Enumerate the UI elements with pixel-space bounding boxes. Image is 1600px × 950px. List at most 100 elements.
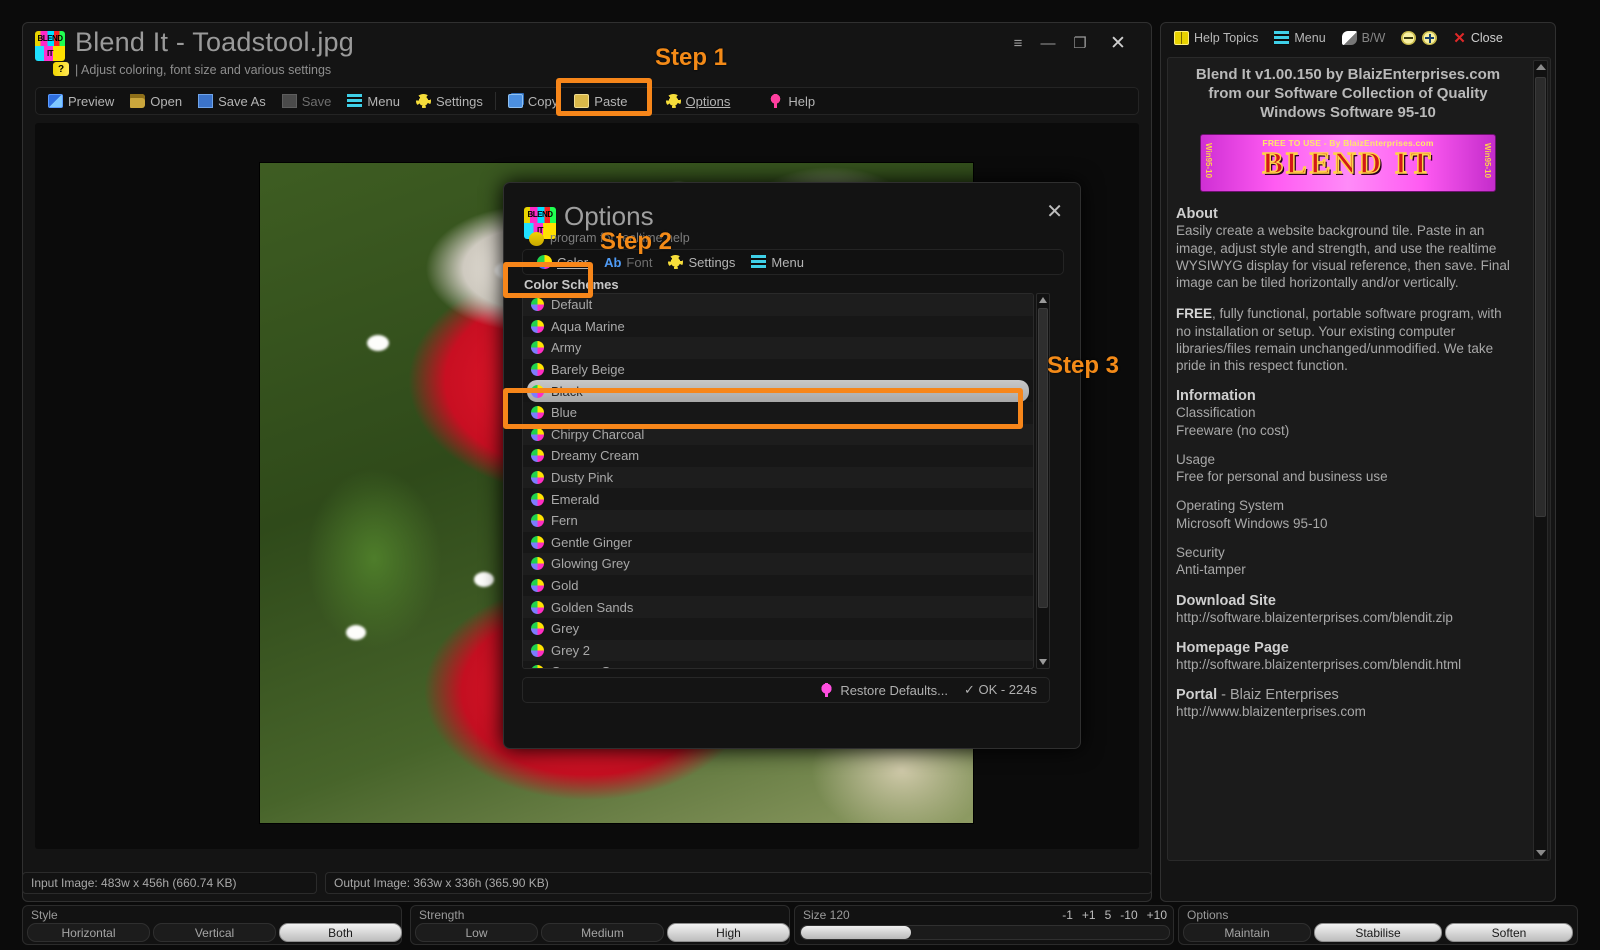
os-label: Operating System <box>1176 498 1285 514</box>
toolbar-save-as-button[interactable]: Save As <box>190 92 274 111</box>
size-step-minus1[interactable]: -1 <box>1062 908 1073 922</box>
color-scheme-row[interactable]: Grey 2 <box>523 639 1033 662</box>
portal-heading-text: Portal <box>1176 687 1218 704</box>
window-close-button[interactable]: ✕ <box>1103 30 1133 56</box>
color-scheme-row[interactable]: Aqua Marine <box>523 315 1033 338</box>
annotation-box-step-2 <box>503 262 593 298</box>
size-step-5[interactable]: 5 <box>1105 908 1112 922</box>
list-scrollbar[interactable] <box>1036 293 1050 669</box>
strength-option-medium[interactable]: Medium <box>541 923 664 942</box>
about-section: About Easily create a website background… <box>1176 206 1520 291</box>
options-option-maintain[interactable]: Maintain <box>1183 923 1311 942</box>
scroll-up-arrow-icon[interactable] <box>1536 64 1546 70</box>
gear-icon <box>415 94 431 108</box>
free-bold: FREE <box>1176 306 1213 322</box>
color-scheme-label: Grey 2 <box>551 642 591 658</box>
size-step-minus10[interactable]: -10 <box>1120 908 1137 922</box>
color-schemes-listbox: Default Aqua Marine Army Barely Beige Black B… <box>522 293 1050 871</box>
color-scheme-row[interactable]: Glowing Grey <box>523 553 1033 575</box>
folder-open-icon <box>130 94 146 108</box>
color-scheme-row[interactable]: Fern <box>523 509 1033 532</box>
color-scheme-row[interactable]: Grumpy Green <box>523 661 1033 668</box>
size-label: Size 120 <box>803 908 850 922</box>
toolbar-preview-button[interactable]: Preview <box>40 92 122 111</box>
help-close-label: Close <box>1470 31 1503 45</box>
save-icon <box>281 94 297 108</box>
strength-option-high[interactable]: High <box>667 923 790 942</box>
color-scheme-row[interactable]: Army <box>523 337 1033 359</box>
download-url[interactable]: http://software.blaizenterprises.com/ble… <box>1176 609 1520 626</box>
toolbar-settings-button[interactable]: Settings <box>408 92 491 111</box>
help-question-icon[interactable]: ? <box>53 62 69 76</box>
strength-option-low[interactable]: Low <box>415 923 538 942</box>
color-scheme-label: Chirpy Charcoal <box>551 426 645 442</box>
color-scheme-row[interactable]: Default <box>523 294 1033 316</box>
options-option-soften[interactable]: Soften <box>1445 923 1573 942</box>
help-zoom-out-button[interactable] <box>1394 28 1418 48</box>
hamburger-menu-icon <box>751 255 767 269</box>
scroll-up-arrow-icon[interactable] <box>1039 297 1047 303</box>
style-option-both[interactable]: Both <box>279 923 402 942</box>
window-minimize-button[interactable]: — <box>1033 30 1063 56</box>
font-icon: Ab <box>604 254 622 270</box>
color-scheme-row[interactable]: Dusty Pink <box>523 466 1033 489</box>
toolbar-help-button[interactable]: Help <box>760 92 823 111</box>
color-scheme-row[interactable]: Gentle Ginger <box>523 531 1033 554</box>
portal-subtext: - Blaiz Enterprises <box>1217 687 1339 704</box>
tab-menu[interactable]: Menu <box>743 253 812 272</box>
help-scroll-thumb[interactable] <box>1535 77 1546 517</box>
help-menu-label: Menu <box>1294 31 1326 45</box>
color-scheme-row[interactable]: Emerald <box>523 488 1033 510</box>
scroll-down-arrow-icon[interactable] <box>1536 850 1546 856</box>
help-close-button[interactable]: ✕ Close <box>1446 26 1510 50</box>
os-value: Microsoft Windows 95-10 <box>1176 515 1328 531</box>
blend-it-banner: Win95-10 Win95-10 FREE TO USE - By Blaiz… <box>1200 134 1496 193</box>
app-root: BLEND IT Blend It - Toadstool.jpg ? | Ad… <box>0 0 1600 950</box>
style-option-horizontal[interactable]: Horizontal <box>27 923 150 942</box>
size-slider[interactable] <box>800 925 1170 940</box>
app-logo-icon: BLEND IT <box>35 31 65 61</box>
color-wheel-icon <box>531 471 544 485</box>
help-topics-button[interactable]: Help Topics <box>1167 28 1265 48</box>
restore-defaults-button[interactable]: Restore Defaults... <box>819 683 948 698</box>
color-scheme-row[interactable]: Dreamy Cream <box>523 445 1033 467</box>
help-menu-button[interactable]: Menu <box>1267 28 1332 48</box>
size-step-plus10[interactable]: +10 <box>1147 908 1167 922</box>
color-scheme-label: Dreamy Cream <box>551 448 640 464</box>
dialog-close-button[interactable]: ✕ <box>1046 199 1063 224</box>
color-wheel-icon <box>531 514 544 528</box>
help-zoom-in-button[interactable] <box>1420 28 1444 48</box>
color-scheme-row[interactable]: Grey <box>523 617 1033 640</box>
toolbar-options-button[interactable]: Options <box>658 92 739 111</box>
restore-icon <box>819 683 835 697</box>
tab-settings[interactable]: Settings <box>660 253 743 272</box>
size-step-plus1[interactable]: +1 <box>1082 908 1096 922</box>
color-scheme-row[interactable]: Gold <box>523 574 1033 597</box>
help-window: Help Topics Menu B/W ✕ Close Blend It v1… <box>1160 22 1556 902</box>
color-wheel-icon <box>531 427 544 441</box>
window-maximize-button[interactable]: ❐ <box>1065 30 1095 56</box>
color-schemes-list[interactable]: Default Aqua Marine Army Barely Beige Black B… <box>522 293 1034 669</box>
toolbar-save-button[interactable]: Save <box>274 92 340 111</box>
color-scheme-row[interactable]: Golden Sands <box>523 596 1033 618</box>
color-wheel-icon <box>531 363 544 377</box>
color-scheme-row[interactable]: Barely Beige <box>523 358 1033 381</box>
homepage-heading: Homepage Page <box>1176 639 1289 656</box>
ok-label: ✓ OK - 224s <box>963 682 1037 697</box>
tab-settings-label: Settings <box>688 254 736 270</box>
portal-url[interactable]: http://www.blaizenterprises.com <box>1176 703 1520 720</box>
scroll-down-arrow-icon[interactable] <box>1039 659 1047 665</box>
tab-font-label: Font <box>626 254 653 270</box>
toolbar-open-button[interactable]: Open <box>122 92 190 111</box>
color-scheme-label: Gold <box>551 578 579 594</box>
options-option-stabilise[interactable]: Stabilise <box>1314 923 1442 942</box>
help-scrollbar[interactable] <box>1533 60 1548 860</box>
style-option-vertical[interactable]: Vertical <box>153 923 276 942</box>
window-list-button[interactable]: ≡ <box>1003 30 1033 56</box>
homepage-url[interactable]: http://software.blaizenterprises.com/ble… <box>1176 656 1520 673</box>
help-bw-button[interactable]: B/W <box>1335 28 1393 48</box>
ok-button[interactable]: ✓ OK - 224s <box>964 682 1037 698</box>
color-scheme-label: Glowing Grey <box>551 556 630 572</box>
toolbar-menu-button[interactable]: Menu <box>339 92 408 111</box>
logo-top-text: BLEND <box>37 33 63 43</box>
